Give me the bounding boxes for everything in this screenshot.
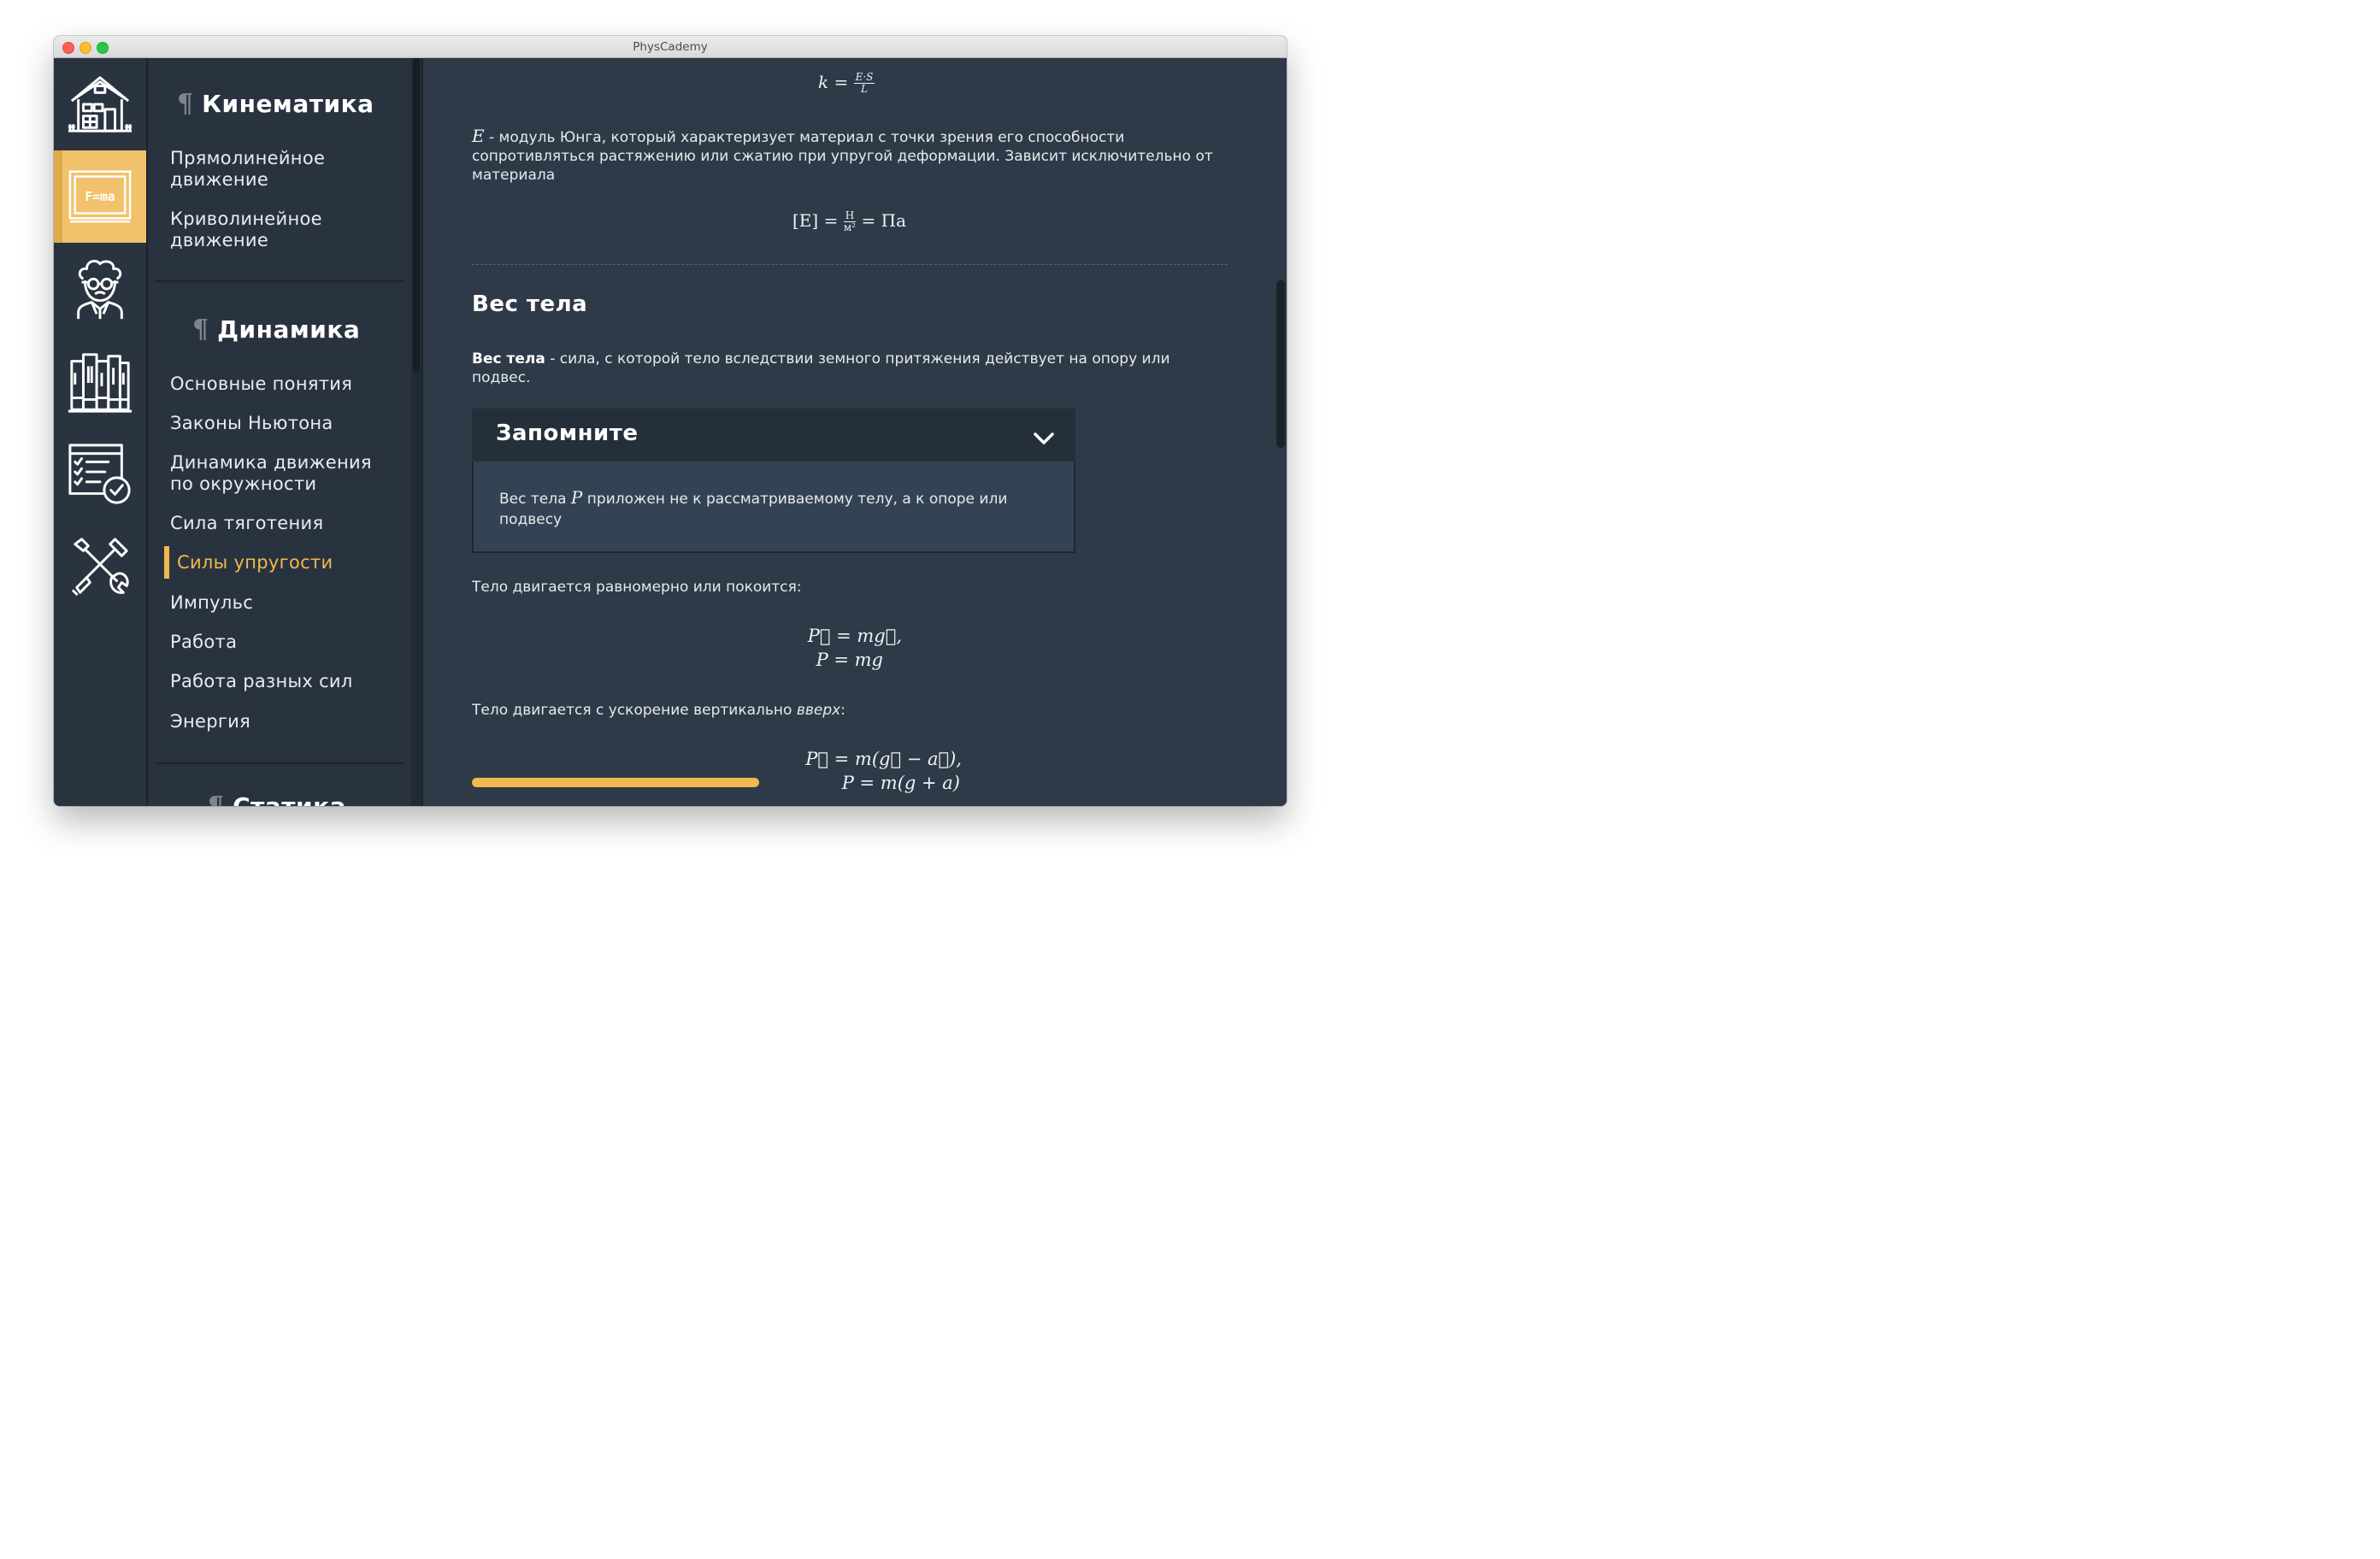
case-accel-text: Тело двигается с ускорение вертикально [472, 702, 797, 719]
case-accel-emphasis: вверх [796, 702, 841, 719]
nav-separator [155, 762, 404, 764]
definition-text: - сила, с которой тело вследствии земног… [472, 350, 1170, 386]
content-scrollbar-thumb[interactable] [1276, 280, 1285, 448]
symbol-e: E [472, 126, 485, 146]
formula-stiffness: k = E·S L [818, 72, 875, 95]
nav-section-title: Кинематика [202, 90, 374, 118]
lesson-progress-bar [472, 778, 759, 787]
nav-scrollbar[interactable] [411, 58, 421, 806]
nav-item-rectilinear-motion[interactable]: Прямолинейное движение [170, 148, 401, 191]
nav-item-elastic-forces[interactable]: Силы упругости [177, 552, 408, 574]
nav-section-header-dynamics[interactable]: ¶ Динамика [192, 315, 360, 344]
title-bar: PhysCademy [54, 36, 1287, 58]
equation-weight-vector: P⃗ = mg⃗, [807, 626, 902, 646]
rail-item-scientists[interactable] [54, 243, 146, 335]
formula-young-units: [E] = Н м² = Па [792, 210, 906, 233]
nav-item-curvilinear-motion[interactable]: Криволинейное движение [170, 209, 401, 251]
chevron-down-icon[interactable] [1033, 431, 1055, 446]
section-title-weight: Вес тела [472, 291, 588, 317]
formula-e-fraction: Н м² [843, 209, 857, 233]
nav-active-indicator [164, 546, 169, 579]
formula-k-fraction: E·S L [853, 71, 875, 95]
nav-item-circular-motion[interactable]: Динамика движения по окружности [170, 452, 401, 495]
window-title: PhysCademy [633, 40, 708, 54]
young-modulus-description: E - модуль Юнга, который характеризует м… [472, 126, 1224, 185]
lesson-progress-fill [472, 778, 759, 787]
tools-icon [72, 538, 129, 596]
topics-nav: ¶ Кинематика Прямолинейное движение Крив… [148, 58, 411, 806]
equation-accel-scalar: P = m(g + a) [841, 773, 960, 793]
nav-item-work-of-forces[interactable]: Работа разных сил [170, 671, 401, 692]
remember-accordion-body: Вес тела P приложен не к рассматриваемом… [472, 462, 1075, 553]
formula-e-rhs: = Па [861, 210, 906, 231]
nav-scrollbar-thumb[interactable] [413, 58, 420, 372]
equation-weight-scalar: P = mg [816, 650, 883, 670]
rail-item-home[interactable] [54, 58, 146, 150]
nav-separator [155, 280, 404, 282]
nav-item-momentum[interactable]: Импульс [170, 592, 401, 614]
rail-item-tools[interactable] [54, 520, 146, 612]
nav-section-title: Статика [233, 792, 346, 806]
section-divider [472, 264, 1228, 265]
content-scrollbar[interactable] [1276, 58, 1287, 806]
blackboard-formula-icon: F=ma [68, 170, 132, 223]
case-uniform-text: Тело двигается равномерно или покоится: [472, 579, 802, 596]
nav-section-header-statics[interactable]: ¶ Статика [208, 791, 346, 806]
weight-definition: Вес тела - сила, с которой тело вследств… [472, 350, 1224, 387]
lesson-content: k = E·S L E - модуль Юнга, который харак… [423, 58, 1276, 806]
case-accel-up-text: Тело двигается с ускорение вертикально в… [472, 701, 1224, 720]
definition-term: Вес тела [472, 350, 545, 368]
formula-k-numerator: E·S [853, 71, 875, 84]
remember-text-start: Вес тела [499, 491, 571, 508]
formula-k-lhs: k = [818, 72, 849, 92]
formula-e-denominator: м² [843, 221, 856, 233]
rail-item-formulas[interactable]: F=ma [54, 150, 146, 243]
formula-k-denominator: L [861, 83, 868, 95]
equation-accel-vector: P⃗ = m(g⃗ − a⃗), [805, 749, 962, 769]
nav-item-gravity[interactable]: Сила тяготения [170, 513, 401, 534]
nav-item-newton-laws[interactable]: Законы Ньютона [170, 413, 401, 434]
formula-e-lhs: [E] = [792, 210, 839, 231]
checklist-icon [68, 444, 131, 504]
app-window: PhysCademy F=ma ¶ Кинематика Прямолинейн… [54, 36, 1287, 806]
formula-e-numerator: Н [843, 209, 857, 222]
svg-text:F=ma: F=ma [85, 190, 115, 204]
nav-item-work[interactable]: Работа [170, 632, 401, 653]
remember-accordion-header[interactable]: Запомните [472, 409, 1075, 462]
pilcrow-icon: ¶ [192, 315, 209, 344]
young-modulus-text: - модуль Юнга, который характеризует мат… [472, 129, 1213, 184]
rail-item-tests[interactable] [54, 427, 146, 520]
nav-item-energy[interactable]: Энергия [170, 711, 401, 732]
symbol-p: P [570, 487, 583, 508]
nav-item-basic-concepts[interactable]: Основные понятия [170, 374, 401, 395]
books-icon [68, 353, 133, 413]
icon-rail: F=ma [54, 58, 146, 806]
nav-section-header-kinematics[interactable]: ¶ Кинематика [177, 89, 374, 119]
house-icon [68, 76, 133, 132]
rail-item-library[interactable] [54, 335, 146, 427]
case-accel-end: : [840, 702, 845, 719]
scientist-icon [77, 260, 123, 320]
remember-accordion: Запомните Вес тела P приложен не к рассм… [472, 409, 1075, 553]
pilcrow-icon: ¶ [208, 791, 224, 806]
remember-title: Запомните [496, 421, 639, 446]
remember-text: Вес тела P приложен не к рассматриваемом… [499, 487, 1046, 530]
pilcrow-icon: ¶ [177, 89, 194, 119]
nav-section-title: Динамика [217, 315, 361, 344]
